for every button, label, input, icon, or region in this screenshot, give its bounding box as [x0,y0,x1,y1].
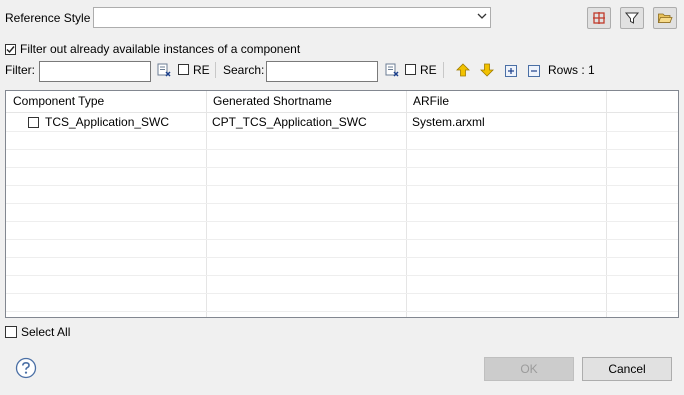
row-gridline [6,311,678,312]
search-label: Search: [223,63,265,77]
select-all-label: Select All [21,325,71,339]
expand-all-icon [505,65,517,77]
arrow-up-icon [456,63,470,77]
row-gridline [6,257,678,258]
row-gridline [6,239,678,240]
filter-label: Filter: [5,63,35,77]
filter-input[interactable] [39,61,151,82]
filter-re-label: RE [193,63,210,77]
toolbar-separator [443,62,444,78]
column-header-component-type[interactable]: Component Type [6,91,206,112]
filter-available-option[interactable]: Filter out already available instances o… [5,41,300,57]
cancel-button[interactable]: Cancel [582,357,672,381]
row-gridline [6,275,678,276]
collapse-all-icon [528,65,540,77]
filter-available-checkbox[interactable] [5,43,16,55]
help-button[interactable] [15,357,37,382]
arrow-down-icon [480,63,494,77]
collapse-all-button[interactable] [526,63,542,82]
grid-button[interactable] [587,7,611,29]
rows-count: Rows : 1 [548,63,595,77]
help-icon [15,357,37,379]
expand-all-button[interactable] [503,63,519,82]
clear-filter-button[interactable] [156,62,172,81]
select-all-option[interactable]: Select All [5,324,70,340]
clear-search-icon [385,63,399,77]
checkmark-icon [6,45,15,53]
row-checkbox[interactable] [28,117,39,128]
select-all-checkbox[interactable] [5,326,17,338]
row-gridline [6,149,678,150]
row-gridline [6,185,678,186]
row-gridline [6,167,678,168]
search-input[interactable] [266,61,378,82]
search-re-checkbox[interactable] [405,64,416,75]
cell-generated-shortname: CPT_TCS_Application_SWC [212,115,367,129]
toolbar-separator [215,62,216,78]
move-down-button[interactable] [479,62,495,81]
open-folder-button[interactable] [653,7,677,29]
row-gridline [6,293,678,294]
table-header: Component Type Generated Shortname ARFil… [6,91,678,113]
chevron-down-icon [477,13,487,19]
row-gridline [6,203,678,204]
clear-search-button[interactable] [384,62,400,81]
folder-open-icon [657,13,673,23]
filter-re-checkbox[interactable] [178,64,189,75]
move-up-button[interactable] [455,62,471,81]
cell-component-type: TCS_Application_SWC [45,115,170,129]
reference-style-combo[interactable] [93,7,491,28]
components-table[interactable]: Component Type Generated Shortname ARFil… [5,90,679,318]
clear-filter-icon [157,63,171,77]
filter-button[interactable] [620,7,644,29]
search-re-label: RE [420,63,437,77]
filter-available-label: Filter out already available instances o… [20,42,301,56]
table-row[interactable]: TCS_Application_SWC CPT_TCS_Application_… [6,113,678,131]
filter-icon [624,12,640,24]
row-gridline [6,131,678,132]
row-gridline [6,221,678,222]
cell-arfile: System.arxml [412,115,485,129]
column-header-arfile[interactable]: ARFile [406,91,606,112]
reference-style-label: Reference Style [5,11,91,25]
grid-icon [593,12,605,24]
ok-button[interactable]: OK [484,357,574,381]
column-header-generated-shortname[interactable]: Generated Shortname [206,91,406,112]
